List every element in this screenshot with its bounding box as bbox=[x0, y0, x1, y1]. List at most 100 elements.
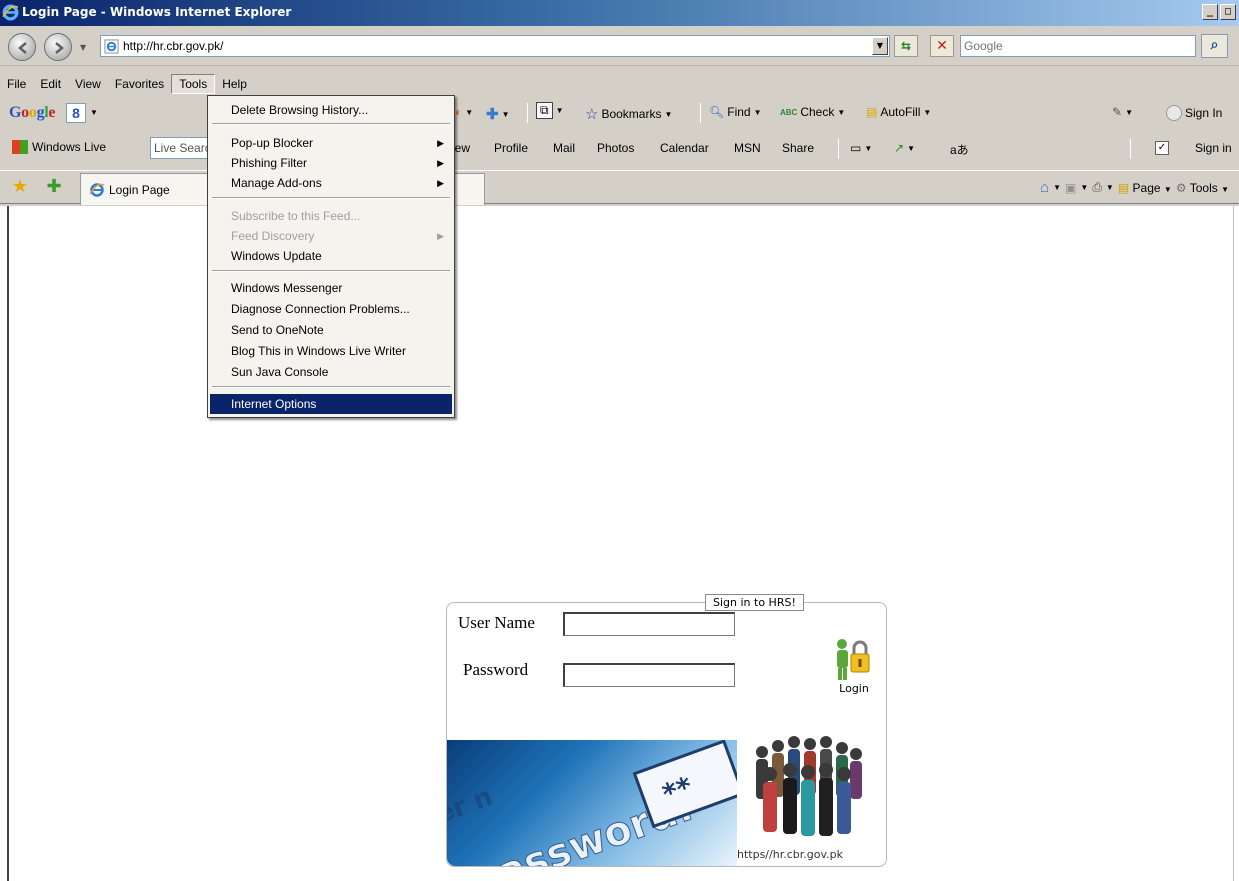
site-url-caption: https//hr.cbr.gov.pk bbox=[737, 848, 843, 861]
maximize-button[interactable]: □ bbox=[1220, 4, 1236, 20]
menu-item-subscribe-feed: Subscribe to this Feed... bbox=[210, 206, 452, 226]
password-input[interactable] bbox=[563, 663, 735, 687]
menu-favorites[interactable]: Favorites bbox=[108, 75, 171, 93]
banner-partial-text: er n bbox=[447, 782, 497, 830]
submenu-arrow-icon: ▶ bbox=[437, 178, 444, 188]
google-sign-in[interactable]: Sign In bbox=[1166, 105, 1222, 121]
menu-item-label: Subscribe to this Feed... bbox=[231, 209, 361, 223]
menu-item-label: Internet Options bbox=[231, 397, 317, 411]
tools-menu-label: Tools bbox=[1189, 180, 1218, 195]
live-link-photos[interactable]: Photos bbox=[597, 141, 634, 155]
recent-pages-dropdown-icon[interactable]: ▼ bbox=[80, 43, 86, 52]
windows-flag-icon bbox=[12, 140, 28, 154]
menu-item-send-to-onenote[interactable]: Send to OneNote bbox=[210, 320, 452, 340]
menu-item-label: Windows Update bbox=[231, 249, 322, 263]
search-input[interactable] bbox=[961, 36, 1195, 56]
password-banner-graphic: er n password: ** bbox=[447, 740, 737, 866]
find-button[interactable]: 🔍︎ Find ▼ bbox=[709, 105, 762, 119]
windows-live-toolbar: Windows Live Live Search iew Profile Mai… bbox=[0, 134, 1239, 162]
page-menu-button[interactable]: ▤ Page ▼ bbox=[1118, 181, 1172, 195]
menu-item-sun-java-console[interactable]: Sun Java Console bbox=[210, 362, 452, 382]
print-icon[interactable]: ⎙ bbox=[1092, 180, 1102, 195]
toolbar-separator bbox=[1130, 139, 1131, 159]
menu-item-windows-messenger[interactable]: Windows Messenger bbox=[210, 278, 452, 298]
search-button[interactable]: ⌕ bbox=[1201, 34, 1228, 58]
toolbar-plus-icon[interactable]: ✚ ▼ bbox=[486, 105, 510, 123]
live-link-calendar[interactable]: Calendar bbox=[660, 141, 709, 155]
login-button-label: Login bbox=[839, 682, 869, 695]
autofill-button[interactable]: ▤ AutoFill ▼ bbox=[866, 105, 931, 119]
back-arrow-icon bbox=[18, 42, 27, 54]
address-field[interactable]: http://hr.cbr.gov.pk/ bbox=[100, 35, 890, 57]
username-label: User Name bbox=[458, 613, 535, 632]
menu-item-blog-this[interactable]: Blog This in Windows Live Writer bbox=[210, 341, 452, 361]
people-group-image bbox=[756, 736, 862, 836]
menu-view[interactable]: View bbox=[68, 75, 108, 93]
translate-icon[interactable]: aあ bbox=[950, 141, 969, 158]
toolbar-popup-icon[interactable]: ⧉ ▼ bbox=[536, 102, 564, 119]
stop-button[interactable]: ✕ bbox=[930, 35, 954, 57]
live-link-profile[interactable]: Profile bbox=[494, 141, 528, 155]
add-favorites-icon[interactable]: ✚ bbox=[44, 177, 64, 197]
tools-menu-button[interactable]: ⚙ Tools ▼ bbox=[1176, 181, 1229, 195]
live-window-icon[interactable]: ▭ ▼ bbox=[850, 141, 872, 155]
menu-item-diagnose-connection[interactable]: Diagnose Connection Problems... bbox=[210, 299, 452, 319]
page-ie-icon bbox=[104, 39, 119, 54]
url-text[interactable]: http://hr.cbr.gov.pk/ bbox=[123, 39, 224, 53]
feeds-icon[interactable]: ▣ bbox=[1065, 181, 1076, 195]
toolbar-separator bbox=[527, 103, 528, 123]
page-menu-label: Page bbox=[1132, 180, 1161, 195]
window-title: Login Page - Windows Internet Explorer bbox=[22, 5, 292, 19]
menu-item-popup-blocker[interactable]: Pop-up Blocker ▶ bbox=[210, 133, 452, 153]
windows-live-logo[interactable]: Windows Live bbox=[12, 140, 106, 154]
internet-explorer-icon bbox=[2, 4, 19, 21]
google-logo[interactable]: Google bbox=[9, 104, 56, 122]
minimize-button[interactable]: _ bbox=[1202, 4, 1218, 20]
menu-item-label: Diagnose Connection Problems... bbox=[231, 302, 410, 316]
login-button[interactable]: Login bbox=[828, 636, 880, 700]
live-chart-icon[interactable]: ↗ ▼ bbox=[894, 141, 915, 155]
menu-item-manage-addons[interactable]: Manage Add-ons ▶ bbox=[210, 173, 452, 193]
menu-item-label: Manage Add-ons bbox=[231, 176, 322, 190]
menu-item-label: Send to OneNote bbox=[231, 323, 324, 337]
bookmarks-button[interactable]: ☆ Bookmarks ▼ bbox=[585, 105, 672, 123]
wrench-button[interactable]: ✎ ▼ bbox=[1112, 105, 1133, 119]
google-search-icon[interactable]: 8 bbox=[66, 103, 86, 123]
spellcheck-icon: ABC bbox=[780, 107, 798, 117]
menu-item-phishing-filter[interactable]: Phishing Filter ▶ bbox=[210, 153, 452, 173]
wrench-icon: ✎ bbox=[1112, 105, 1123, 119]
toolbar-blog-icon[interactable]: ◐ ▼ bbox=[455, 105, 473, 119]
live-link-share[interactable]: Share bbox=[782, 141, 814, 155]
menu-item-delete-history[interactable]: Delete Browsing History... bbox=[210, 100, 452, 120]
menu-item-windows-update[interactable]: Windows Update bbox=[210, 246, 452, 266]
menu-item-label: Feed Discovery bbox=[231, 229, 315, 243]
menu-tools[interactable]: Tools bbox=[171, 74, 216, 94]
menu-item-internet-options[interactable]: Internet Options bbox=[210, 394, 452, 414]
tools-menu-dropdown: Delete Browsing History... Pop-up Blocke… bbox=[207, 95, 455, 418]
sign-in-label: Sign In bbox=[1185, 106, 1223, 120]
live-sign-in[interactable]: Sign in bbox=[1195, 141, 1232, 155]
check-button[interactable]: ABC Check ▼ bbox=[780, 105, 845, 119]
forward-button[interactable] bbox=[44, 33, 72, 61]
menu-item-label: Windows Messenger bbox=[231, 281, 343, 295]
menu-edit[interactable]: Edit bbox=[33, 75, 68, 93]
login-legend: Sign in to HRS! bbox=[705, 594, 804, 611]
window-controls: _ □ bbox=[1202, 4, 1236, 20]
password-label: Password bbox=[463, 660, 529, 679]
address-dropdown-icon[interactable]: ▼ bbox=[872, 37, 888, 55]
live-checkbox-icon[interactable]: ✓ bbox=[1155, 141, 1169, 155]
menu-separator bbox=[212, 197, 450, 199]
live-link-msn[interactable]: MSN bbox=[734, 141, 761, 155]
refresh-button[interactable]: ⇆ bbox=[894, 35, 918, 57]
favorites-center-icon[interactable]: ★ bbox=[10, 177, 30, 197]
live-link-mail[interactable]: Mail bbox=[553, 141, 575, 155]
home-icon[interactable]: ⌂ bbox=[1040, 179, 1049, 196]
username-input[interactable] bbox=[563, 612, 735, 636]
menu-file[interactable]: File bbox=[0, 75, 33, 93]
google-dropdown-icon[interactable]: ▼ bbox=[90, 108, 98, 117]
menu-help[interactable]: Help bbox=[215, 75, 254, 93]
refresh-icon: ⇆ bbox=[900, 39, 912, 53]
back-button[interactable] bbox=[8, 33, 36, 61]
toolbar-separator bbox=[838, 139, 839, 159]
search-box[interactable] bbox=[960, 35, 1196, 57]
